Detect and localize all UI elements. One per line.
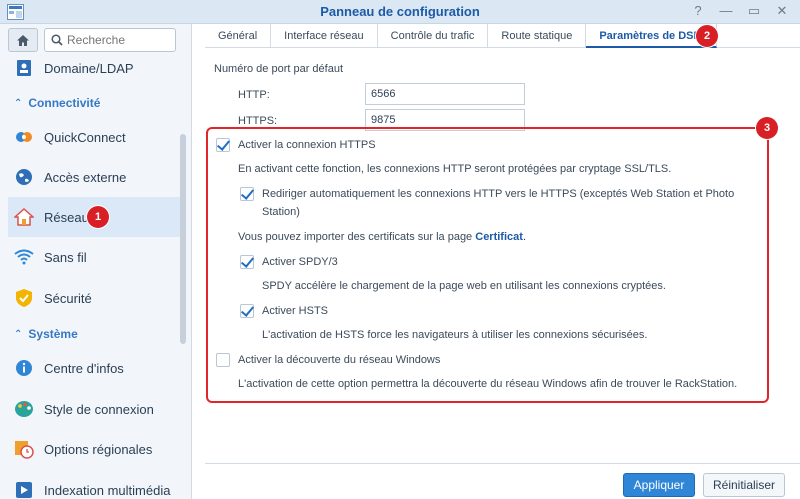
annotation-badge-3: 3 — [756, 117, 778, 139]
spdy-checkbox[interactable] — [240, 255, 254, 269]
sidebar-item-label: Sans fil — [44, 249, 87, 265]
chevron-up-icon: ⌃ — [14, 97, 23, 109]
section-systeme[interactable]: ⌃ Système — [14, 327, 78, 341]
hsts-description: L'activation de HSTS force les navigateu… — [262, 329, 648, 341]
sidebar-item-domain-ldap[interactable]: Domaine/LDAP — [8, 48, 180, 88]
sidebar-item-indexation-multimedia[interactable]: Indexation multimédia — [8, 470, 180, 499]
sidebar-item-label: Options régionales — [44, 441, 153, 457]
annotation-badge-2: 2 — [696, 25, 718, 47]
search-input[interactable] — [67, 32, 172, 48]
section-label: Système — [28, 327, 78, 341]
redirect-https-label-line1: Rediriger automatiquement les connexions… — [262, 188, 735, 200]
minimize-icon[interactable]: — — [718, 3, 734, 19]
sidebar-item-label: Accès externe — [44, 169, 127, 185]
ports-heading: Numéro de port par défaut — [214, 63, 344, 75]
section-connectivite[interactable]: ⌃ Connectivité — [14, 96, 100, 110]
tab-interface-reseau[interactable]: Interface réseau — [271, 24, 378, 48]
close-icon[interactable]: ✕ — [774, 3, 790, 19]
sidebar: Domaine/LDAP ⌃ Connectivité QuickConnect… — [0, 24, 192, 499]
maximize-icon[interactable]: ▭ — [746, 3, 762, 19]
shield-icon — [14, 288, 34, 308]
apply-button[interactable]: Appliquer — [623, 473, 695, 497]
redirect-https-checkbox[interactable] — [240, 187, 254, 201]
sidebar-item-options-regionales[interactable]: Options régionales — [8, 429, 180, 469]
hsts-checkbox[interactable] — [240, 304, 254, 318]
http-label: HTTP: — [238, 89, 270, 101]
certificate-link[interactable]: Certificat — [475, 231, 523, 243]
network-house-icon — [14, 207, 34, 227]
spdy-label: Activer SPDY/3 — [262, 256, 338, 268]
annotation-badge-1: 1 — [87, 206, 109, 228]
sidebar-item-label: Sécurité — [44, 290, 92, 306]
search-icon — [51, 34, 63, 46]
windows-discovery-label: Activer la découverte du réseau Windows — [238, 354, 441, 366]
title-bar: Panneau de configuration ? — ▭ ✕ — [0, 0, 800, 24]
sidebar-item-centre-infos[interactable]: Centre d'infos — [8, 348, 180, 388]
media-index-icon — [14, 480, 34, 499]
sidebar-item-acces-externe[interactable]: Accès externe — [8, 157, 180, 197]
certificate-hint-end: . — [522, 231, 526, 243]
https-checkbox[interactable] — [216, 138, 230, 152]
section-label: Connectivité — [28, 96, 101, 110]
sidebar-item-quickconnect[interactable]: QuickConnect — [8, 117, 180, 157]
sidebar-item-sans-fil[interactable]: Sans fil — [8, 237, 180, 277]
http-port-input[interactable] — [365, 83, 525, 105]
sidebar-item-label: QuickConnect — [44, 129, 126, 145]
certificate-hint-text: Vous pouvez importer des certificats sur… — [238, 231, 473, 243]
domain-ldap-icon — [14, 58, 34, 78]
redirect-https-label-line2: Station) — [262, 206, 300, 218]
spdy-description: SPDY accélère le chargement de la page w… — [262, 280, 666, 292]
globe-icon — [14, 167, 34, 187]
sidebar-item-label: Centre d'infos — [44, 360, 124, 376]
hsts-label: Activer HSTS — [262, 305, 329, 317]
tab-route-statique[interactable]: Route statique — [488, 24, 587, 48]
tab-controle-trafic[interactable]: Contrôle du trafic — [378, 24, 489, 48]
sidebar-item-label: Style de connexion — [44, 401, 154, 417]
info-icon — [14, 358, 34, 378]
windows-discovery-description: L'activation de cette option permettra l… — [238, 378, 738, 390]
chevron-up-icon: ⌃ — [14, 328, 23, 340]
sidebar-scrollbar[interactable] — [180, 134, 186, 344]
sidebar-item-style-connexion[interactable]: Style de connexion — [8, 389, 180, 429]
quickconnect-icon — [14, 127, 34, 147]
windows-discovery-checkbox[interactable] — [216, 353, 230, 367]
sidebar-item-label: Indexation multimédia — [44, 482, 171, 498]
sidebar-item-label: Réseau — [44, 209, 89, 225]
palette-icon — [14, 399, 34, 419]
certificate-hint: Vous pouvez importer des certificats sur… — [238, 229, 526, 246]
https-label: HTTPS: — [238, 115, 278, 127]
reset-button[interactable]: Réinitialiser — [703, 473, 785, 497]
tab-general[interactable]: Général — [205, 24, 272, 48]
https-checkbox-label: Activer la connexion HTTPS — [238, 139, 376, 151]
regional-clock-icon — [14, 439, 34, 459]
help-icon[interactable]: ? — [690, 3, 706, 19]
sidebar-item-securite[interactable]: Sécurité — [8, 278, 180, 318]
home-icon — [17, 34, 29, 46]
wifi-icon — [14, 247, 34, 267]
sidebar-item-label: Domaine/LDAP — [44, 60, 134, 76]
https-description: En activant cette fonction, les connexio… — [238, 163, 672, 175]
window-title: Panneau de configuration — [320, 4, 480, 19]
